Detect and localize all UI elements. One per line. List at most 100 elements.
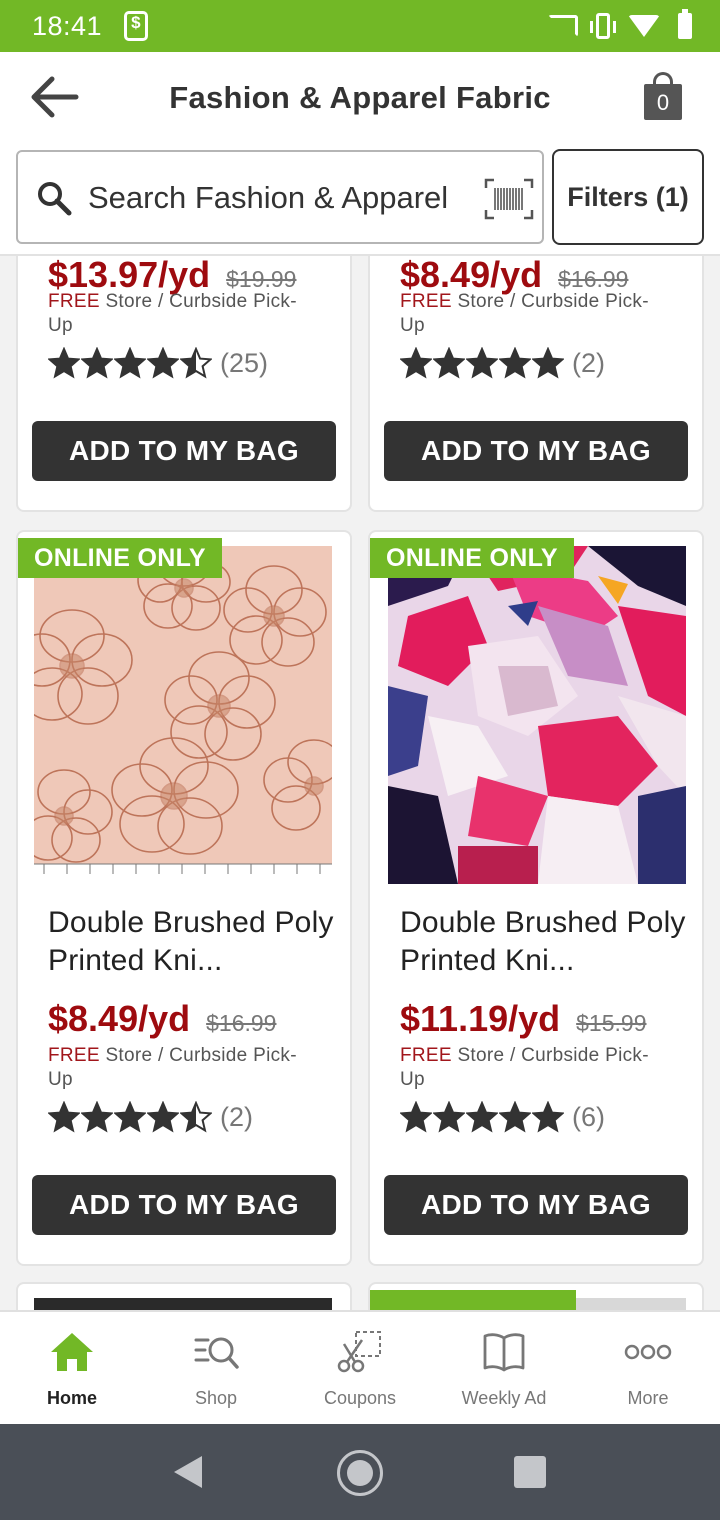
- pickup-free: FREE: [48, 291, 100, 312]
- product-card[interactable]: $8.49/yd $16.99 FREE Store / Curbside Pi…: [368, 256, 704, 512]
- add-to-bag-button[interactable]: ADD TO MY BAG: [384, 1175, 688, 1235]
- star-icon: [48, 1101, 80, 1133]
- product-card[interactable]: ONLINE ONLY Double Brushed Poly Printed …: [368, 530, 704, 1266]
- payment-app-icon: [124, 11, 149, 41]
- product-image[interactable]: [576, 1298, 686, 1310]
- page-title: Fashion & Apparel Fabric: [169, 80, 551, 115]
- search-box[interactable]: [16, 150, 544, 244]
- search-icon: [38, 182, 72, 216]
- price-row: $11.19/yd $15.99: [400, 998, 647, 1040]
- pickup-free: FREE: [48, 1045, 100, 1066]
- nav-label: Coupons: [323, 1388, 397, 1408]
- nav-more[interactable]: More: [576, 1312, 720, 1424]
- product-rating[interactable]: (2): [48, 1101, 253, 1133]
- pickup-info: FREE Store / Curbside Pick-Up: [48, 290, 318, 338]
- online-only-badge: [370, 1290, 576, 1310]
- star-icon: [433, 1101, 465, 1133]
- star-icon: [147, 1101, 179, 1133]
- search-bar-row: Filters (1): [0, 144, 720, 256]
- product-image[interactable]: [388, 546, 686, 884]
- back-button[interactable]: [30, 74, 80, 120]
- product-card[interactable]: [368, 1282, 704, 1310]
- product-card[interactable]: ONLINE ONLY Double Brushed Poly Printed …: [16, 530, 352, 1266]
- wifi-icon: [628, 15, 660, 37]
- status-time: 18:41: [32, 10, 103, 41]
- product-was-price: $16.99: [558, 266, 629, 292]
- nav-shop[interactable]: Shop: [144, 1312, 288, 1424]
- status-bar: 18:41: [0, 0, 720, 52]
- product-rating[interactable]: (25): [48, 347, 268, 379]
- more-dots-icon: [624, 1344, 672, 1360]
- filters-button[interactable]: Filters (1): [552, 149, 704, 245]
- pickup-info: FREE Store / Curbside Pick-Up: [400, 1044, 670, 1092]
- pickup-free: FREE: [400, 291, 452, 312]
- add-to-bag-button[interactable]: ADD TO MY BAG: [384, 421, 688, 481]
- product-grid[interactable]: $13.97/yd $19.99 FREE Store / Curbside P…: [0, 256, 720, 1310]
- star-icon: [466, 1101, 498, 1133]
- shopping-bag-button[interactable]: 0: [644, 70, 684, 122]
- product-card[interactable]: $13.97/yd $19.99 FREE Store / Curbside P…: [16, 256, 352, 512]
- battery-icon: [678, 9, 692, 39]
- online-only-badge: ONLINE ONLY: [370, 538, 574, 578]
- rating-stars: [48, 347, 212, 379]
- product-name[interactable]: Double Brushed Poly Printed Kni...: [48, 904, 338, 980]
- scissors-coupon-icon: [337, 1331, 381, 1373]
- back-arrow-icon: [31, 76, 79, 118]
- home-icon: [51, 1333, 93, 1371]
- floral-fabric-image: [34, 546, 332, 884]
- rating-stars: [400, 347, 564, 379]
- product-name[interactable]: Double Brushed Poly Printed Kni...: [400, 904, 690, 980]
- star-icon: [81, 347, 113, 379]
- add-to-bag-button[interactable]: ADD TO MY BAG: [32, 1175, 336, 1235]
- system-recents-icon[interactable]: [514, 1456, 546, 1488]
- app-header: Fashion & Apparel Fabric 0: [0, 52, 720, 144]
- review-count: (6): [572, 1101, 605, 1132]
- star-icon: [466, 347, 498, 379]
- bag-count: 0: [644, 84, 682, 120]
- price-row: $8.49/yd $16.99: [48, 998, 276, 1040]
- nav-home[interactable]: Home: [0, 1312, 144, 1424]
- product-price: $11.19/yd: [400, 998, 561, 1039]
- open-book-icon: [483, 1333, 525, 1372]
- review-count: (2): [572, 347, 605, 378]
- product-rating[interactable]: (6): [400, 1101, 605, 1133]
- product-card[interactable]: [16, 1282, 352, 1310]
- product-price: $8.49/yd: [48, 998, 191, 1039]
- star-icon: [180, 347, 212, 379]
- vibrate-icon: [590, 13, 616, 39]
- system-home-icon[interactable]: [337, 1450, 383, 1496]
- nav-label: More: [627, 1388, 669, 1408]
- star-icon: [532, 347, 564, 379]
- product-rating[interactable]: (2): [400, 347, 605, 379]
- nav-coupons[interactable]: Coupons: [288, 1312, 432, 1424]
- status-icons: [548, 9, 692, 39]
- product-image[interactable]: [34, 546, 332, 884]
- review-count: (2): [220, 1101, 253, 1132]
- star-icon: [180, 1101, 212, 1133]
- nav-label: Shop: [194, 1388, 238, 1408]
- product-image[interactable]: [34, 1298, 332, 1310]
- rating-stars: [48, 1101, 212, 1133]
- rating-stars: [400, 1101, 564, 1133]
- barcode-scan-icon[interactable]: [484, 176, 534, 222]
- bottom-navigation: Home Shop Coupons Weekly Ad More: [0, 1310, 720, 1424]
- online-only-badge: ONLINE ONLY: [18, 538, 222, 578]
- review-count: (25): [220, 347, 269, 378]
- system-back-icon[interactable]: [172, 1454, 204, 1490]
- abstract-floral-fabric-image: [388, 546, 686, 884]
- star-icon: [81, 1101, 113, 1133]
- nav-weekly-ad[interactable]: Weekly Ad: [432, 1312, 576, 1424]
- star-icon: [499, 347, 531, 379]
- add-to-bag-button[interactable]: ADD TO MY BAG: [32, 421, 336, 481]
- nav-label: Weekly Ad: [461, 1388, 547, 1408]
- star-icon: [499, 1101, 531, 1133]
- cast-icon: [548, 15, 578, 37]
- star-icon: [48, 347, 80, 379]
- shop-search-icon: [194, 1337, 239, 1369]
- star-icon: [147, 347, 179, 379]
- search-input[interactable]: [88, 174, 478, 222]
- pickup-free: FREE: [400, 1045, 452, 1066]
- star-icon: [400, 1101, 432, 1133]
- product-was-price: $19.99: [226, 266, 297, 292]
- product-was-price: $16.99: [206, 1010, 277, 1036]
